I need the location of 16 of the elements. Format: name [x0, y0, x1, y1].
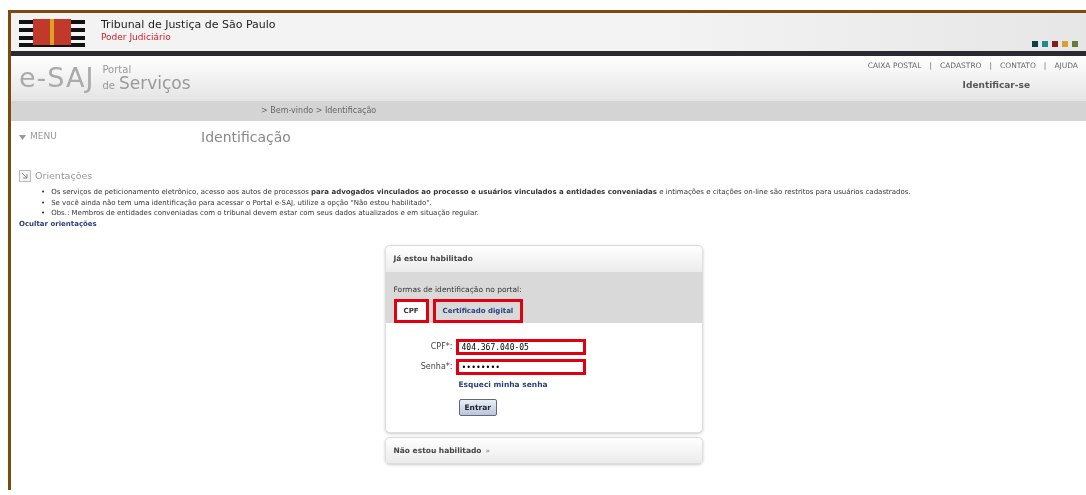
field-label: Senha*:	[419, 361, 454, 374]
site-title: Tribunal de Justiça de São Paulo	[101, 19, 276, 32]
info-icon	[19, 170, 31, 183]
page-title: Identificação	[201, 127, 291, 147]
portal-logo-text: Serviços	[118, 75, 191, 92]
input-field[interactable]: 404.367.040-05	[455, 339, 586, 356]
portal-logo-text: Portal	[102, 65, 133, 75]
site-subtitle: Poder Judiciário	[101, 31, 172, 45]
portal-logo-text: de	[102, 81, 115, 91]
portal-logo: e-SAJ	[19, 61, 95, 96]
field-label: CPF*:	[429, 341, 454, 354]
identify-link[interactable]: Identificar-se	[962, 79, 1030, 93]
section-title: Orientações	[35, 169, 93, 183]
input-field[interactable]: ••••••••	[455, 359, 586, 376]
flag-emblem-icon	[19, 17, 85, 47]
breadcrumb: > Bem-vindo > Identificação	[261, 105, 377, 117]
